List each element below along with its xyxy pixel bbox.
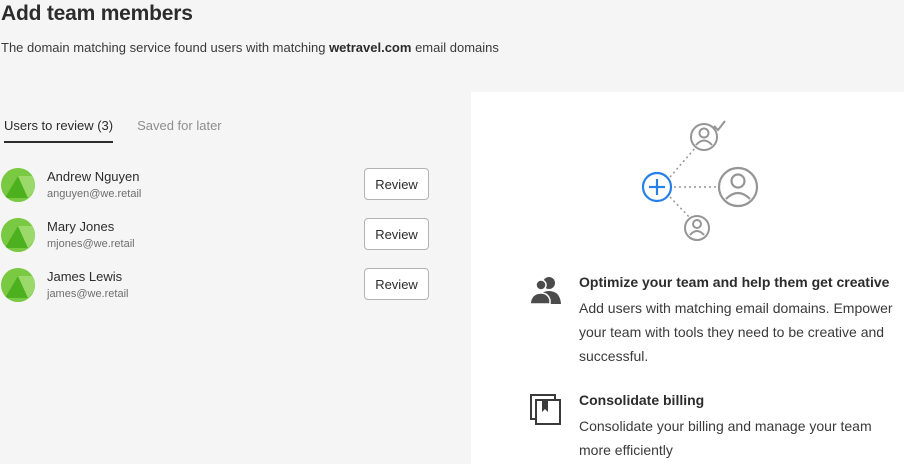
avatar-graphic-icon bbox=[1, 218, 35, 252]
team-network-illustration bbox=[641, 120, 759, 241]
subtitle-prefix: The domain matching service found users … bbox=[1, 40, 326, 55]
review-button[interactable]: Review bbox=[364, 268, 429, 300]
user-list: Andrew Nguyen anguyen@we.retail Review M… bbox=[0, 162, 440, 312]
user-large-icon bbox=[717, 166, 759, 208]
user-check-icon bbox=[690, 120, 726, 151]
avatar bbox=[1, 168, 35, 202]
avatar bbox=[1, 218, 35, 252]
page-subtitle: The domain matching service found users … bbox=[1, 40, 499, 55]
user-name: Mary Jones bbox=[47, 219, 115, 234]
avatar-graphic-icon bbox=[1, 268, 35, 302]
billing-icon bbox=[530, 394, 561, 425]
avatar bbox=[1, 268, 35, 302]
feature-title: Optimize your team and help them get cre… bbox=[579, 274, 890, 290]
user-row: Mary Jones mjones@we.retail Review bbox=[0, 212, 440, 262]
user-small-icon bbox=[684, 215, 710, 241]
feature-description: Consolidate your billing and manage your… bbox=[579, 418, 872, 458]
user-email: mjones@we.retail bbox=[47, 238, 135, 250]
tab-bar: Users to review (3) Saved for later bbox=[4, 118, 222, 143]
feature-title: Consolidate billing bbox=[579, 392, 705, 408]
add-circle-icon bbox=[641, 171, 673, 203]
subtitle-domain: wetravel.com bbox=[329, 40, 412, 55]
user-email: anguyen@we.retail bbox=[47, 188, 142, 200]
info-panel: Optimize your team and help them get cre… bbox=[471, 92, 904, 464]
user-email: james@we.retail bbox=[47, 288, 129, 300]
users-icon bbox=[529, 277, 561, 305]
tab-saved-for-later[interactable]: Saved for later bbox=[137, 118, 222, 143]
feature-description: Add users with matching email domains. E… bbox=[579, 300, 893, 364]
page-title: Add team members bbox=[1, 2, 193, 25]
subtitle-suffix: email domains bbox=[415, 40, 499, 55]
avatar-graphic-icon bbox=[1, 168, 35, 202]
user-row: James Lewis james@we.retail Review bbox=[0, 262, 440, 312]
review-button[interactable]: Review bbox=[364, 168, 429, 200]
user-row: Andrew Nguyen anguyen@we.retail Review bbox=[0, 162, 440, 212]
user-name: James Lewis bbox=[47, 269, 123, 284]
tab-users-to-review[interactable]: Users to review (3) bbox=[4, 118, 114, 143]
user-name: Andrew Nguyen bbox=[47, 169, 140, 184]
review-button[interactable]: Review bbox=[364, 218, 429, 250]
